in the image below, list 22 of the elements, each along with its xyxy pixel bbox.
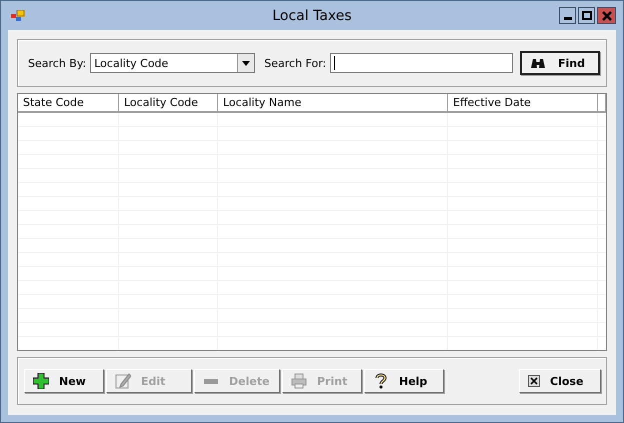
question-mark-icon — [373, 373, 389, 389]
printer-icon — [291, 373, 307, 389]
minimize-button[interactable] — [559, 7, 576, 24]
close-icon — [528, 375, 540, 387]
close-button[interactable] — [597, 7, 616, 24]
find-button[interactable]: Find — [520, 51, 600, 75]
search-by-label: Search By: — [28, 56, 86, 70]
search-by-dropdown[interactable]: Locality Code — [90, 53, 256, 73]
toolbar-button[interactable]: Help — [364, 369, 444, 393]
maximize-icon — [582, 11, 592, 20]
binoculars-icon — [530, 57, 546, 69]
pencil-icon — [115, 373, 131, 389]
search-field[interactable] — [330, 53, 514, 73]
app-icon — [11, 10, 25, 22]
close-icon — [602, 10, 612, 20]
search-for-label: Search For: — [264, 56, 326, 70]
toolbar-button[interactable]: New — [24, 369, 104, 393]
plus-icon — [33, 373, 49, 389]
window-title: Local Taxes — [271, 8, 353, 24]
maximize-button[interactable] — [578, 7, 595, 24]
close-dialog-button[interactable]: Close — [519, 369, 601, 393]
dropdown-arrow-icon — [242, 60, 250, 66]
